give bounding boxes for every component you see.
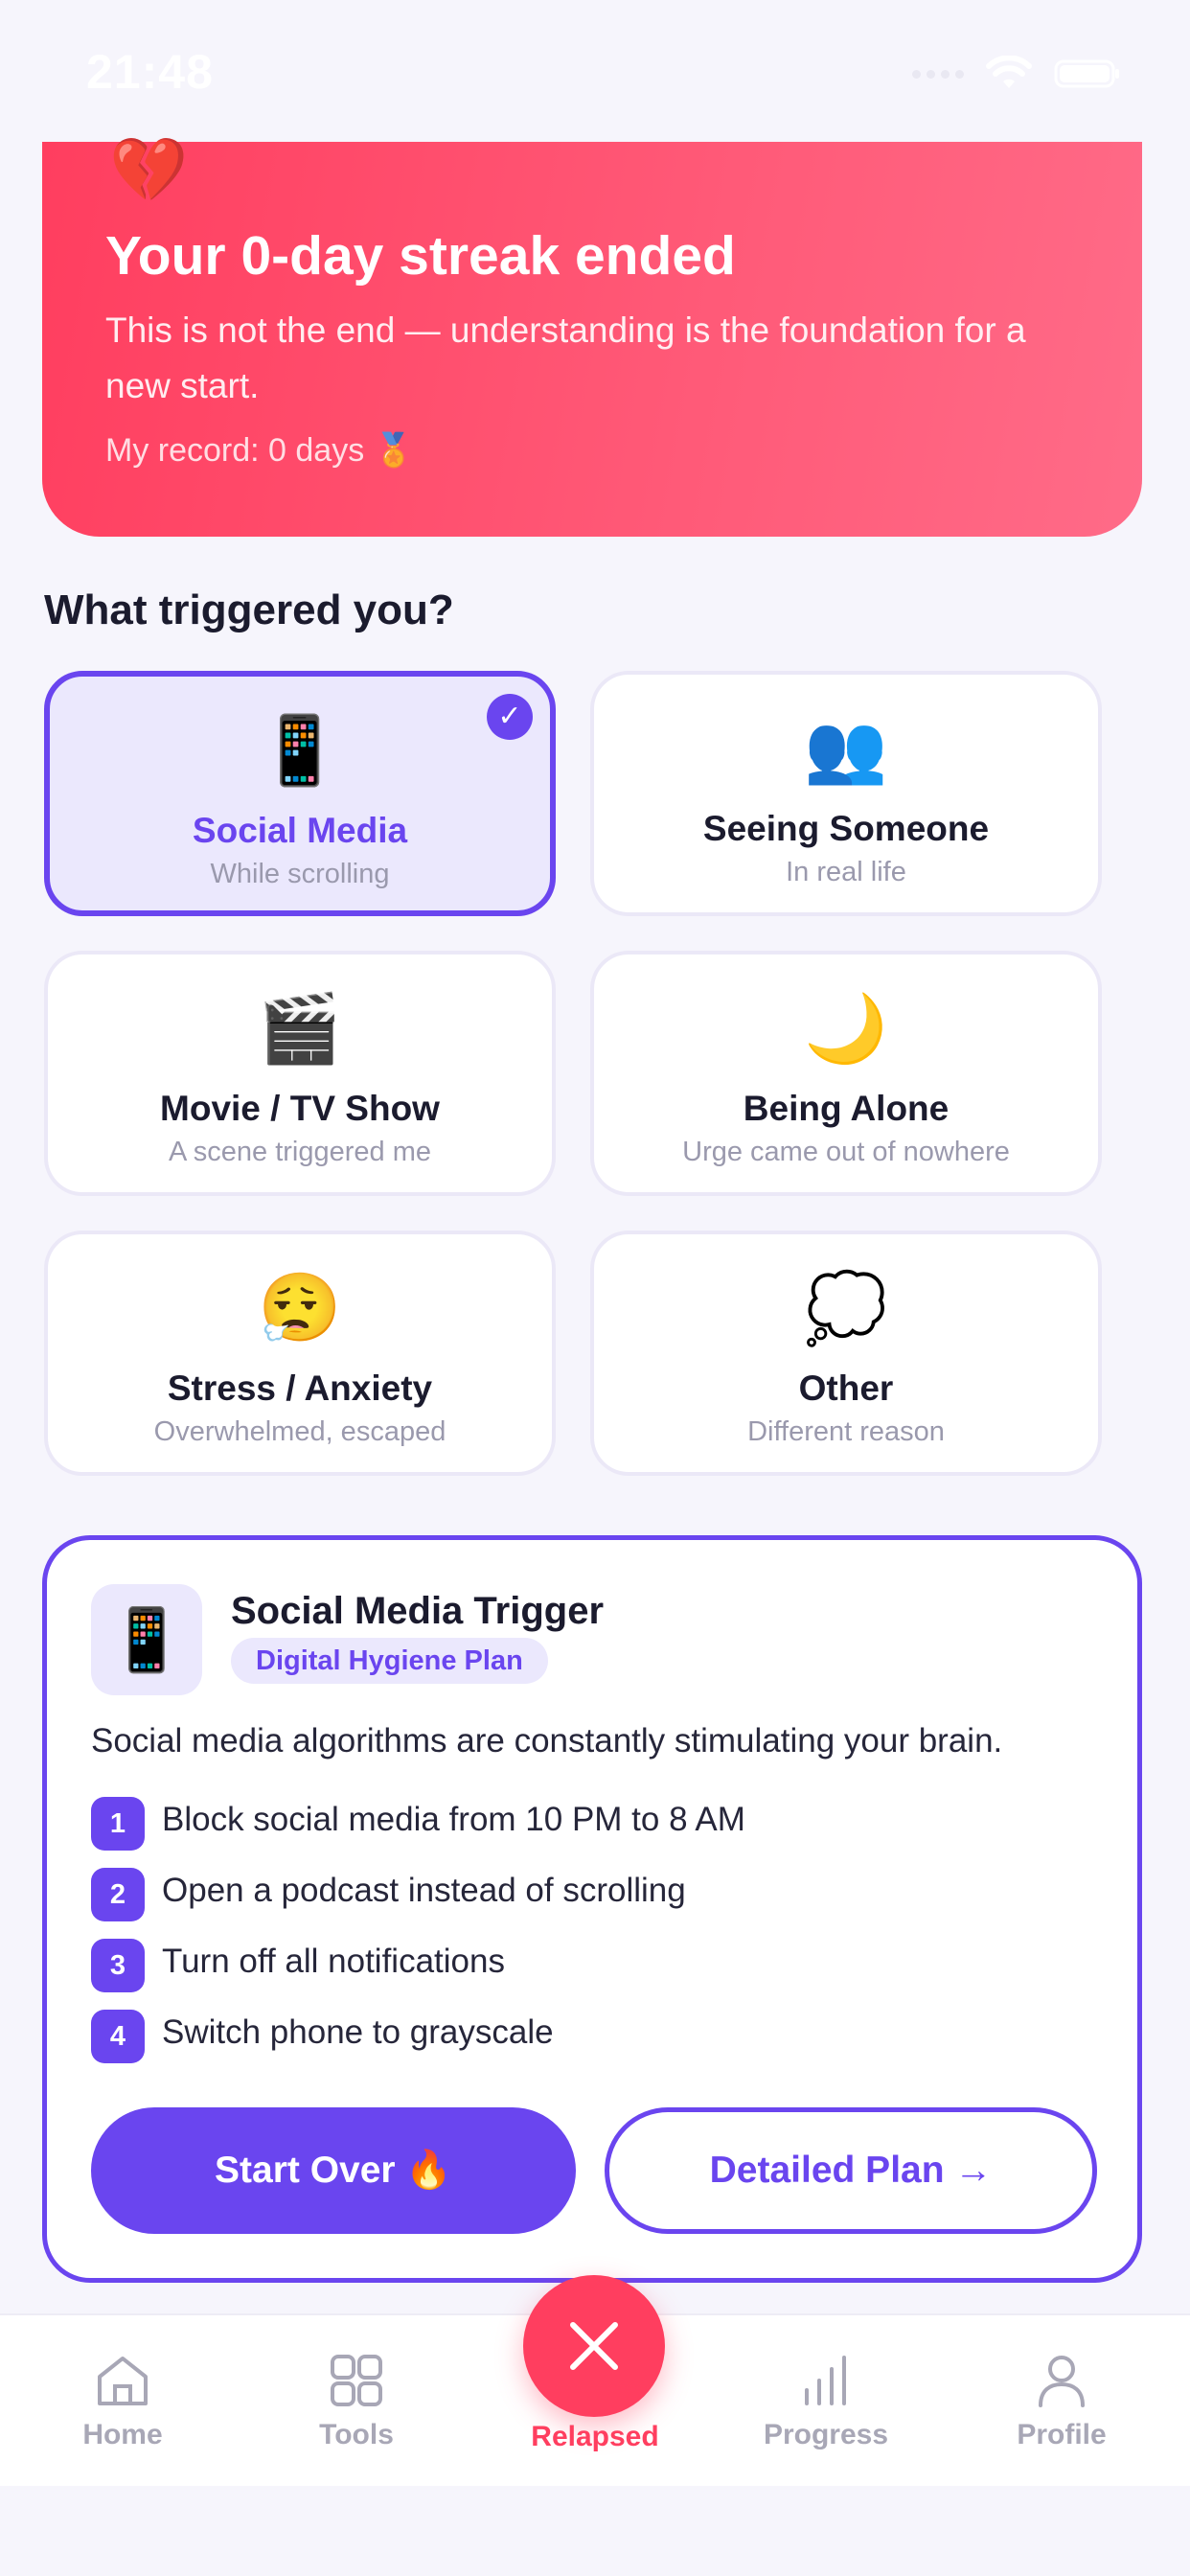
trigger-subtitle: A scene triggered me: [168, 1137, 432, 1167]
tab-progress[interactable]: Progress: [730, 2315, 922, 2486]
hero-subtitle: This is not the end — understanding is t…: [105, 310, 1026, 405]
tab-label: Profile: [1017, 2419, 1107, 2450]
status-time: 21:48: [86, 45, 214, 99]
bar-chart-icon: [805, 2356, 846, 2405]
hero-title: Your 0-day streak ended: [105, 225, 736, 287]
trigger-card-other[interactable]: 💭 Other Different reason: [590, 1230, 1102, 1476]
trigger-card-being-alone[interactable]: 🌙 Being Alone Urge came out of nowhere: [590, 951, 1102, 1196]
record-text: My record: 0 days 🏅: [105, 432, 414, 469]
section-title: What triggered you?: [44, 586, 454, 633]
streak-ended-banner: 💔 Your 0-day streak ended This is not th…: [42, 138, 1142, 537]
tab-profile[interactable]: Profile: [966, 2315, 1157, 2486]
cellular-signal-icon: [912, 69, 964, 79]
tab-tools[interactable]: Tools: [261, 2315, 452, 2486]
mobile-phone-icon: 📱: [258, 713, 342, 788]
trigger-title: Social Media: [192, 811, 408, 850]
trigger-subtitle: Overwhelmed, escaped: [153, 1416, 446, 1447]
close-icon: [570, 2322, 618, 2370]
status-bar: 21:48: [0, 0, 1190, 144]
step-text: Open a podcast instead of scrolling: [162, 1872, 686, 1909]
step-text: Switch phone to grayscale: [162, 2013, 554, 2051]
crescent-moon-icon: 🌙: [804, 991, 888, 1066]
step-number: 2: [91, 1868, 145, 1921]
tab-label: Progress: [763, 2419, 889, 2450]
trigger-grid: ✓ 📱 Social Media While scrolling 👥 Seein…: [44, 671, 1110, 1485]
plan-step: 2 Open a podcast instead of scrolling: [91, 1868, 953, 1921]
start-over-button[interactable]: Start Over 🔥: [91, 2107, 576, 2234]
trigger-card-stress-anxiety[interactable]: 😮‍💨 Stress / Anxiety Overwhelmed, escape…: [44, 1230, 556, 1476]
tab-home[interactable]: Home: [27, 2315, 218, 2486]
step-number: 1: [91, 1797, 145, 1851]
plan-title: Social Media Trigger: [231, 1590, 605, 1632]
exhaling-face-icon: 😮‍💨: [258, 1271, 342, 1346]
trigger-subtitle: While scrolling: [210, 859, 390, 889]
broken-heart-icon: 💔: [109, 134, 189, 205]
battery-icon: [1054, 59, 1119, 88]
trigger-card-movie-tv[interactable]: 🎬 Movie / TV Show A scene triggered me: [44, 951, 556, 1196]
tab-label: Tools: [319, 2419, 394, 2450]
plan-step: 3 Turn off all notifications: [91, 1939, 953, 1992]
trigger-title: Other: [798, 1368, 894, 1408]
trigger-title: Stress / Anxiety: [167, 1368, 433, 1408]
step-text: Turn off all notifications: [162, 1943, 505, 1980]
clapperboard-icon: 🎬: [258, 991, 342, 1066]
trigger-subtitle: Different reason: [747, 1416, 945, 1447]
step-number: 3: [91, 1939, 145, 1992]
grid-icon: [331, 2355, 382, 2406]
home-icon: [98, 2357, 148, 2405]
plan-step: 1 Block social media from 10 PM to 8 AM: [91, 1797, 953, 1851]
mobile-phone-icon: 📱: [91, 1584, 202, 1695]
trigger-subtitle: In real life: [786, 857, 906, 887]
tab-label: Home: [82, 2419, 163, 2450]
trigger-card-seeing-someone[interactable]: 👥 Seeing Someone In real life: [590, 671, 1102, 916]
thought-bubble-icon: 💭: [804, 1271, 888, 1346]
relapsed-button[interactable]: [523, 2275, 665, 2417]
step-number: 4: [91, 2010, 145, 2063]
step-text: Block social media from 10 PM to 8 AM: [162, 1801, 745, 1838]
trigger-title: Seeing Someone: [702, 809, 990, 848]
person-icon: [1039, 2356, 1085, 2407]
tab-relapsed[interactable]: Relapsed: [493, 2264, 697, 2484]
tab-label: Relapsed: [531, 2421, 659, 2452]
trigger-title: Movie / TV Show: [160, 1089, 440, 1128]
people-icon: 👥: [804, 711, 888, 786]
plan-description: Social media algorithms are constantly s…: [91, 1722, 1003, 1760]
detailed-plan-button[interactable]: Detailed Plan →: [605, 2107, 1097, 2234]
plan-step: 4 Switch phone to grayscale: [91, 2010, 953, 2063]
trigger-plan-card: 📱 Social Media Trigger Digital Hygiene P…: [42, 1535, 1142, 2283]
plan-tag: Digital Hygiene Plan: [231, 1638, 548, 1684]
trigger-subtitle: Urge came out of nowhere: [682, 1137, 1010, 1167]
trigger-card-social-media[interactable]: ✓ 📱 Social Media While scrolling: [44, 671, 556, 916]
status-icons: [912, 56, 1121, 92]
wifi-icon: [986, 56, 1032, 88]
trigger-title: Being Alone: [743, 1089, 950, 1128]
